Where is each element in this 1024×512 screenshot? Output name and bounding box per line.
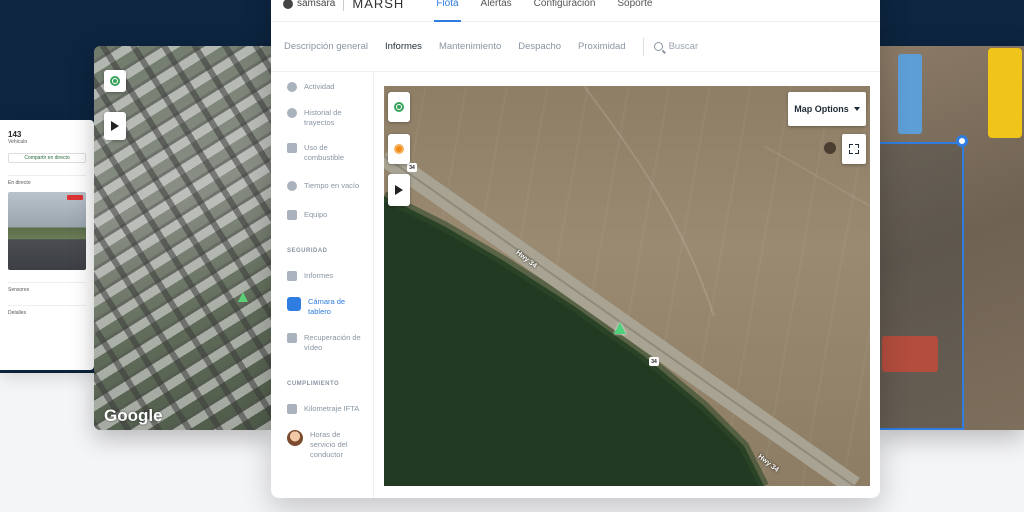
highway-shield-2: 34 xyxy=(649,357,659,366)
search-placeholder: Buscar xyxy=(668,41,699,52)
tab-flota[interactable]: Flota xyxy=(434,0,461,22)
download-icon xyxy=(287,333,297,343)
orange-marker-button[interactable] xyxy=(388,134,410,164)
sidebar-item-fuel[interactable]: Uso de combustible xyxy=(271,143,373,163)
sidebar-item-history[interactable]: Historial de trayectos xyxy=(271,108,373,128)
search-input[interactable]: Buscar xyxy=(653,41,699,52)
recenter-button[interactable] xyxy=(388,92,410,122)
driver-avatar xyxy=(287,430,303,446)
sidebar-item-label: Equipo xyxy=(304,210,328,219)
location-icon xyxy=(394,102,404,112)
sidebar-item-activity[interactable]: Actividad xyxy=(271,82,373,92)
samsara-logo-icon xyxy=(283,0,293,9)
sidebar-item-video-retrieval[interactable]: Recuperación de vídeo xyxy=(271,333,373,353)
subnav-dispatch[interactable]: Despacho xyxy=(518,41,561,52)
geofence-rectangle[interactable] xyxy=(878,142,964,430)
fullscreen-button[interactable] xyxy=(842,134,866,164)
map-options-button[interactable]: Map Options xyxy=(788,92,866,126)
sidebar-item-equipment[interactable]: Equipo xyxy=(271,210,373,220)
geofence-handle[interactable] xyxy=(956,135,968,147)
highway-shield-1: 34 xyxy=(407,163,417,172)
tab-soporte[interactable]: Soporte xyxy=(617,0,652,22)
sidebar-item-label: Tiempo en vacío xyxy=(304,181,360,190)
search-icon xyxy=(653,42,663,51)
fuel-icon xyxy=(287,143,297,153)
brand-logo[interactable]: samsara xyxy=(283,0,335,9)
sidebar-item-dashcam[interactable]: Cámara de tablero xyxy=(271,297,373,317)
sidebar-item-label: Historial de trayectos xyxy=(304,108,342,127)
red-vehicle xyxy=(882,336,938,372)
subnav-proximity[interactable]: Proximidad xyxy=(578,41,626,52)
location-button[interactable] xyxy=(104,70,126,92)
sidebar-item-reports[interactable]: Informes xyxy=(271,271,373,281)
top-navigation: samsara MARSH Flota Alertas Configuració… xyxy=(271,0,880,22)
satellite-map[interactable]: Hwy 34 Hwy 34 34 34 Map Options xyxy=(384,86,870,486)
idle-clock-icon xyxy=(287,181,297,191)
play-icon xyxy=(111,121,119,131)
tab-configuracion[interactable]: Configuración xyxy=(534,0,596,22)
sidebar-item-ifta[interactable]: Kilometraje IFTA xyxy=(271,404,373,414)
brand-divider xyxy=(343,0,345,11)
vehicle-number: 143 xyxy=(8,130,22,139)
play-icon xyxy=(395,185,403,195)
fullscreen-icon xyxy=(849,144,859,154)
vehicle-detail-card: 143 Vehículo Compartir en directo En dir… xyxy=(0,120,94,370)
dashcam-video-thumbnail[interactable] xyxy=(8,192,86,270)
google-watermark: Google xyxy=(104,406,163,425)
blue-truck xyxy=(898,54,922,134)
sidebar-item-label: Horas de servicio del conductor xyxy=(310,430,348,459)
app-window: samsara MARSH Flota Alertas Configuració… xyxy=(271,0,880,498)
subnav-reports[interactable]: Informes xyxy=(385,41,422,52)
sidebar-item-label: Kilometraje IFTA xyxy=(304,404,360,413)
chevron-down-icon xyxy=(853,107,860,111)
tab-alertas[interactable]: Alertas xyxy=(481,0,512,22)
bar-chart-icon xyxy=(287,271,297,281)
yellow-excavator xyxy=(988,48,1022,138)
sub-navigation: Descripción general Informes Mantenimien… xyxy=(271,22,880,72)
subnav-divider xyxy=(642,37,644,56)
dashcam-icon xyxy=(287,297,301,311)
location-icon xyxy=(110,76,120,86)
play-button[interactable] xyxy=(388,174,410,206)
subnav-overview[interactable]: Descripción general xyxy=(284,41,368,52)
recording-badge xyxy=(67,195,83,200)
live-section-title: En directo xyxy=(8,175,86,186)
subnav-maintenance[interactable]: Mantenimiento xyxy=(439,41,501,52)
map-options-label: Map Options xyxy=(794,104,849,114)
sidebar-item-hos[interactable]: Horas de servicio del conductor xyxy=(271,430,373,460)
city-satellite-map[interactable]: Google xyxy=(94,46,272,430)
play-icon xyxy=(287,404,297,414)
sensors-section-title[interactable]: Sensores xyxy=(8,282,86,293)
equipment-icon xyxy=(287,210,297,220)
marker-icon xyxy=(394,144,404,154)
section-compliance: CUMPLIMIENTO xyxy=(287,381,340,387)
sidebar-item-label: Uso de combustible xyxy=(304,143,345,162)
history-icon xyxy=(287,108,297,118)
sidebar: Actividad Historial de trayectos Uso de … xyxy=(271,72,374,498)
section-security: SEGURIDAD xyxy=(287,248,328,254)
sidebar-item-label: Cámara de tablero xyxy=(308,297,346,316)
construction-site-image xyxy=(878,46,1024,430)
vehicle-marker-icon[interactable] xyxy=(614,322,626,334)
sidebar-item-label: Informes xyxy=(304,271,334,280)
vehicle-subtitle: Vehículo xyxy=(8,139,28,145)
sidebar-item-label: Actividad xyxy=(304,82,335,91)
sidebar-item-idle[interactable]: Tiempo en vacío xyxy=(271,181,373,191)
map-terrain xyxy=(384,86,870,486)
vehicle-marker-icon[interactable] xyxy=(238,292,248,302)
activity-icon xyxy=(287,82,297,92)
play-button[interactable] xyxy=(104,112,126,140)
sidebar-item-label: Recuperación de vídeo xyxy=(304,333,361,352)
details-section-title[interactable]: Detalles xyxy=(8,305,86,316)
share-live-button[interactable]: Compartir en directo xyxy=(8,153,86,163)
org-name[interactable]: MARSH xyxy=(352,0,404,11)
brand-name: samsara xyxy=(297,0,336,9)
